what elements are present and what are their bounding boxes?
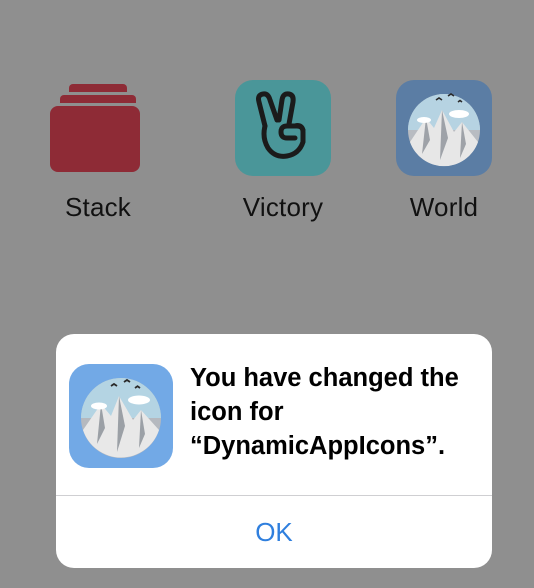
app-label-victory: Victory <box>242 192 324 222</box>
app-world[interactable]: World <box>379 80 509 223</box>
alert-message: You have changed the icon for “DynamicAp… <box>190 361 486 463</box>
globe-mountain-icon <box>396 80 492 176</box>
app-victory[interactable]: Victory <box>218 80 348 223</box>
ok-button[interactable]: OK <box>56 496 492 568</box>
app-label-world: World <box>409 192 479 222</box>
victory-hand-icon <box>235 80 331 176</box>
home-screen: Stack Victory World You have changed the… <box>0 0 534 588</box>
alert-message-line: You have changed the <box>190 364 459 392</box>
alert-message-line: “DynamicAppIcons”. <box>190 432 446 460</box>
app-stack[interactable]: Stack <box>33 80 163 223</box>
alert-dialog: You have changed the icon for “DynamicAp… <box>56 334 492 568</box>
alert-message-line: icon for <box>190 398 284 426</box>
stack-icon <box>50 80 146 176</box>
app-label-stack: Stack <box>64 192 132 222</box>
globe-mountain-icon <box>69 364 173 468</box>
